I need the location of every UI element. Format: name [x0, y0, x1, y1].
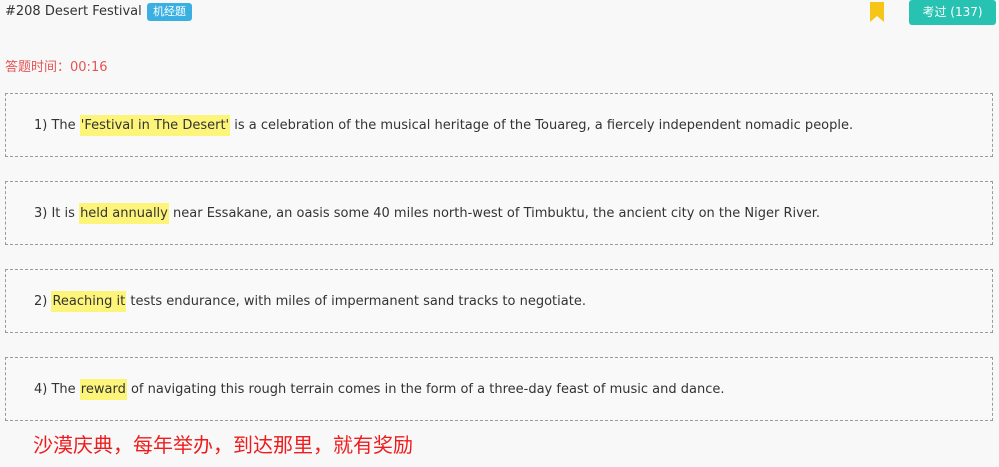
question-title: #208 Desert Festival: [5, 4, 142, 19]
sentence-prefix: 3) It is: [34, 206, 80, 221]
sentence-card[interactable]: 4) The reward of navigating this rough t…: [5, 357, 993, 421]
question-type-badge: 机经题: [147, 3, 192, 21]
sentence-prefix: 2): [34, 294, 52, 309]
sentence-body: of navigating this rough terrain comes i…: [126, 382, 725, 397]
highlighted-phrase: reward: [79, 379, 127, 400]
bookmark-icon[interactable]: [870, 2, 884, 22]
sentence-body: near Essakane, an oasis some 40 miles no…: [168, 206, 821, 221]
answer-timer: 答题时间：00:16: [5, 56, 107, 75]
timer-value: 00:16: [70, 60, 108, 75]
sentence-card[interactable]: 1) The 'Festival in The Desert' is a cel…: [5, 93, 993, 157]
sentence-text: 1) The 'Festival in The Desert' is a cel…: [34, 115, 854, 136]
highlighted-phrase: 'Festival in The Desert': [79, 115, 231, 136]
sentence-text: 2) Reaching it tests endurance, with mil…: [34, 291, 586, 312]
sentence-body: is a celebration of the musical heritage…: [230, 118, 854, 133]
sentence-body: tests endurance, with miles of impermane…: [126, 294, 586, 309]
header-bar: #208 Desert Festival 机经题 考过 (137): [0, 0, 999, 26]
chinese-summary-note: 沙漠庆典，每年举办，到达那里，就有奖励: [33, 433, 413, 457]
sentence-card[interactable]: 3) It is held annually near Essakane, an…: [5, 181, 993, 245]
sentence-text: 3) It is held annually near Essakane, an…: [34, 203, 821, 224]
sentence-text: 4) The reward of navigating this rough t…: [34, 379, 725, 400]
exam-count-button[interactable]: 考过 (137): [909, 0, 996, 25]
timer-label: 答题时间：: [5, 60, 71, 75]
highlighted-phrase: held annually: [79, 203, 169, 224]
highlighted-phrase: Reaching it: [51, 291, 127, 312]
sentence-prefix: 4) The: [34, 382, 80, 397]
sentence-prefix: 1) The: [34, 118, 80, 133]
sentence-card[interactable]: 2) Reaching it tests endurance, with mil…: [5, 269, 993, 333]
